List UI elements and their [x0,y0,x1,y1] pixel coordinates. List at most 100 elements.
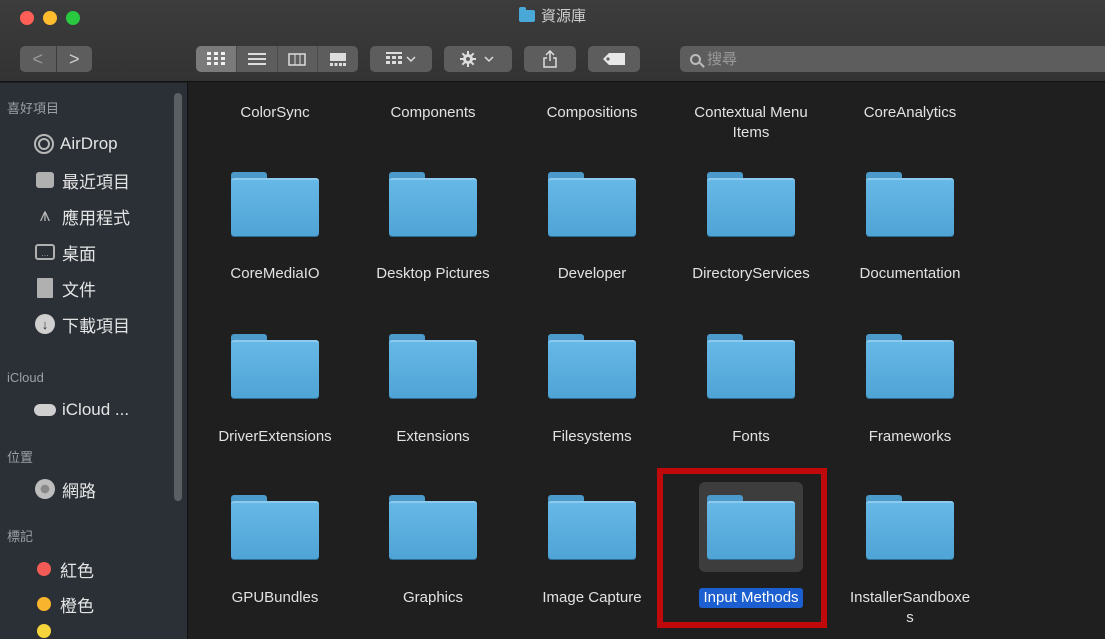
folder-item[interactable]: GPUBundles [195,588,355,608]
sidebar-item-label: 最近項目 [62,172,130,192]
folder-item-label: Components [390,104,476,121]
folder-item[interactable]: DirectoryServices [671,264,831,284]
folder-icon [231,495,319,559]
icon-view-button[interactable] [196,46,237,72]
folder-item-label: Compositions [546,104,638,121]
folder-item-icon[interactable] [540,159,644,249]
folder-item[interactable]: Extensions [353,427,513,447]
folder-icon [389,334,477,398]
folder-icon [548,334,636,398]
folder-icon [866,495,954,559]
list-view-icon [247,52,266,65]
folder-item-label: Contextual Menu Items [694,104,808,141]
sidebar-section-icloud: iCloud [7,370,44,385]
folder-item-label: Graphics [402,589,464,606]
folder-item-icon[interactable] [223,482,327,572]
folder-item-icon[interactable] [540,482,644,572]
folder-item-icon[interactable] [223,321,327,411]
recents-icon [34,169,56,191]
sidebar-item-label: 應用程式 [62,208,130,228]
orange-tag-dot-icon [37,597,51,611]
search-field[interactable] [680,46,1105,72]
folder-item[interactable]: Graphics [353,588,513,608]
action-menu-button[interactable] [444,46,512,72]
sidebar-item-label: 紅色 [60,561,94,581]
folder-item[interactable]: Image Capture [512,588,672,608]
folder-item[interactable]: CoreMediaIO [195,264,355,284]
share-icon [543,50,557,68]
sidebar-section-locations: 位置 [7,450,34,465]
sidebar-scrollbar[interactable] [174,93,182,501]
folder-item-icon[interactable] [699,321,803,411]
forward-button[interactable]: > [57,46,93,72]
folder-item[interactable]: Developer [512,264,672,284]
sidebar-item-icloud-drive[interactable]: iCloud ... [34,396,129,424]
folder-item-icon[interactable] [699,159,803,249]
folder-item-label: Desktop Pictures [376,265,490,282]
search-input[interactable] [707,50,1007,68]
folder-item-icon[interactable] [540,321,644,411]
column-view-button[interactable] [278,46,319,72]
folder-item[interactable]: Documentation [830,264,990,284]
folder-item[interactable]: CoreAnalytics [830,103,990,123]
folder-item-label: DriverExtensions [218,428,332,445]
folder-icon [518,7,535,22]
folder-item-label: CoreMediaIO [230,265,320,282]
folder-item[interactable]: Filesystems [512,427,672,447]
sidebar-item-recents[interactable]: 最近項目 [34,166,130,194]
sidebar-item-airdrop[interactable]: AirDrop [34,130,118,158]
gallery-view-icon [330,52,347,66]
window-title: 資源庫 [0,5,1105,29]
window-title-text: 資源庫 [540,8,586,25]
list-view-button[interactable] [237,46,278,72]
sidebar-item-label: 文件 [62,280,96,300]
folder-item-label: Filesystems [552,428,632,445]
folder-item-icon[interactable] [858,159,962,249]
folder-item[interactable]: Compositions [512,103,672,123]
folder-item[interactable]: Fonts [671,427,831,447]
folder-item[interactable]: Frameworks [830,427,990,447]
sidebar-item-label: 桌面 [62,244,96,264]
folder-item[interactable]: DriverExtensions [195,427,355,447]
sidebar-item-tag-orange[interactable]: 橙色 [34,590,94,618]
window-toolbar: 資源庫 < > [0,0,1105,82]
sidebar-item-applications[interactable]: ⩚ 應用程式 [34,202,130,230]
sidebar-item-label: 網路 [62,481,96,501]
tags-button[interactable] [588,46,640,72]
folder-icon [389,172,477,236]
folder-item[interactable]: ColorSync [195,103,355,123]
network-icon [34,478,56,500]
folder-item-icon[interactable] [223,159,327,249]
back-button[interactable]: < [20,46,57,72]
folder-item-icon[interactable] [858,321,962,411]
folder-item-label: Fonts [732,428,770,445]
sidebar-item-desktop[interactable]: … 桌面 [34,238,96,266]
folder-item[interactable]: InstallerSandboxe s [830,588,990,628]
folder-icon [707,334,795,398]
share-button[interactable] [524,46,576,72]
folder-item[interactable]: Components [353,103,513,123]
group-by-button[interactable] [370,46,432,72]
folder-item[interactable]: Contextual Menu Items [671,103,831,143]
folder-item-label: Documentation [859,265,961,282]
folder-item-label: Extensions [396,428,470,445]
folder-item-label: GPUBundles [231,589,319,606]
folder-item[interactable]: Desktop Pictures [353,264,513,284]
sidebar-item-downloads[interactable]: ↓ 下載項目 [34,310,130,338]
gallery-view-button[interactable] [318,46,358,72]
folder-item-icon[interactable] [858,482,962,572]
folder-item-icon[interactable] [381,159,485,249]
folder-icon [389,495,477,559]
sidebar-item-tag-yellow[interactable] [34,623,60,639]
navigation-buttons: < > [20,46,92,72]
sidebar-item-network[interactable]: 網路 [34,475,96,503]
sidebar: 喜好項目 AirDrop 最近項目 ⩚ 應用程式 … 桌面 文件 ↓ 下載項目 iCl… [0,83,188,639]
folder-item-icon[interactable] [381,482,485,572]
sidebar-item-label: AirDrop [60,134,118,153]
folder-item-icon[interactable] [381,321,485,411]
column-view-icon [288,52,307,66]
sidebar-item-tag-red[interactable]: 紅色 [34,555,94,583]
sidebar-item-documents[interactable]: 文件 [34,274,96,302]
gear-icon [460,51,494,67]
folder-item-label: Image Capture [542,589,642,606]
